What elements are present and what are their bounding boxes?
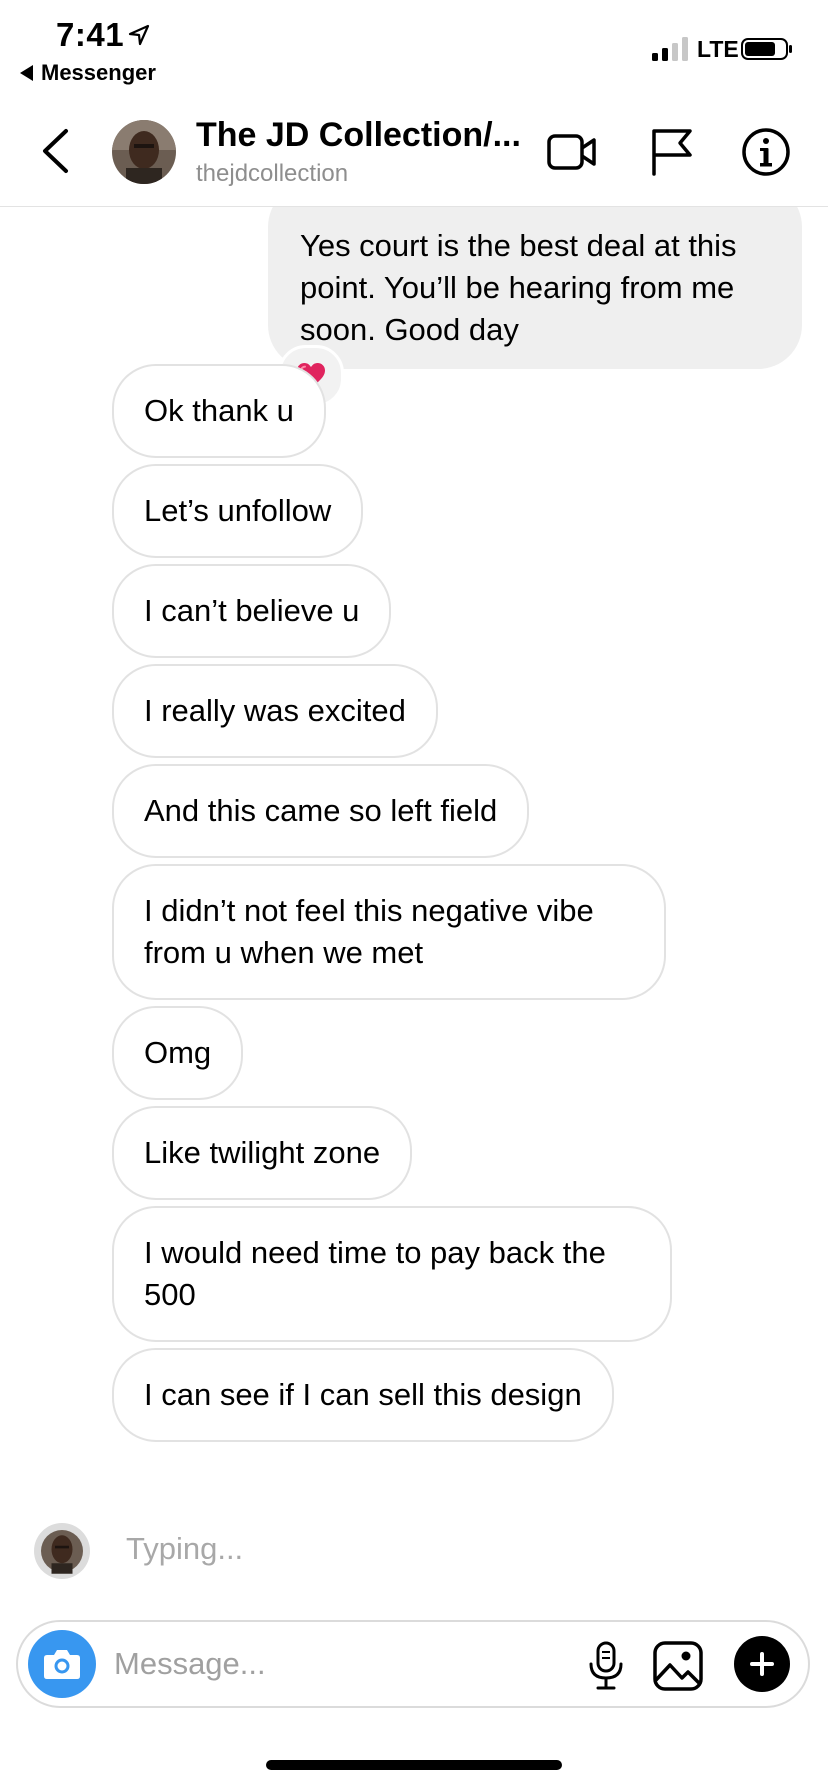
gallery-icon[interactable]: [652, 1640, 704, 1692]
message-input[interactable]: [114, 1638, 494, 1690]
battery-icon: [741, 38, 792, 60]
conversation-header: The JD Collection/... thejdcollection: [0, 92, 828, 207]
incoming-message[interactable]: I didn’t not feel this negative vibe fro…: [112, 864, 666, 1000]
incoming-message[interactable]: Let’s unfollow: [112, 464, 364, 558]
status-time: 7:41: [56, 16, 125, 53]
network-type: LTE: [697, 36, 739, 62]
camera-button[interactable]: [28, 1630, 96, 1698]
incoming-message[interactable]: Ok thank u: [112, 364, 326, 458]
message-composer: [16, 1620, 810, 1708]
contact-handle[interactable]: thejdcollection: [196, 160, 348, 188]
incoming-message[interactable]: I really was excited: [112, 664, 438, 758]
location-arrow-icon: [128, 24, 150, 46]
chevron-left-icon[interactable]: [40, 128, 70, 174]
video-camera-icon[interactable]: [546, 126, 598, 178]
typing-indicator: Typing...: [0, 1519, 828, 1589]
avatar[interactable]: [112, 120, 176, 184]
incoming-message[interactable]: Omg: [112, 1006, 244, 1100]
signal-strength-icon: [652, 37, 688, 61]
back-to-app-label: Messenger: [41, 60, 156, 85]
plus-icon: [750, 1652, 774, 1676]
add-button[interactable]: [734, 1636, 790, 1692]
info-icon[interactable]: [740, 126, 792, 178]
outgoing-message[interactable]: Yes court is the best deal at this point…: [268, 207, 802, 369]
contact-name[interactable]: The JD Collection/...: [196, 116, 521, 155]
flag-icon[interactable]: [646, 126, 698, 178]
typing-text: Typing...: [126, 1531, 244, 1566]
incoming-message[interactable]: I can’t believe u: [112, 564, 392, 658]
home-indicator[interactable]: [266, 1760, 562, 1770]
camera-icon: [44, 1650, 80, 1679]
status-bar: 7:41 Messenger LTE: [0, 0, 828, 92]
incoming-message[interactable]: I can see if I can sell this design: [112, 1348, 614, 1442]
incoming-message[interactable]: I would need time to pay back the 500: [112, 1206, 672, 1342]
microphone-icon[interactable]: [582, 1640, 630, 1692]
back-triangle-icon: [20, 65, 33, 81]
incoming-message[interactable]: Like twilight zone: [112, 1106, 413, 1200]
incoming-message[interactable]: And this came so left field: [112, 764, 530, 858]
back-to-app-link[interactable]: Messenger: [20, 60, 156, 86]
message-thread[interactable]: Yes court is the best deal at this point…: [0, 207, 828, 1597]
avatar[interactable]: [34, 1523, 90, 1579]
